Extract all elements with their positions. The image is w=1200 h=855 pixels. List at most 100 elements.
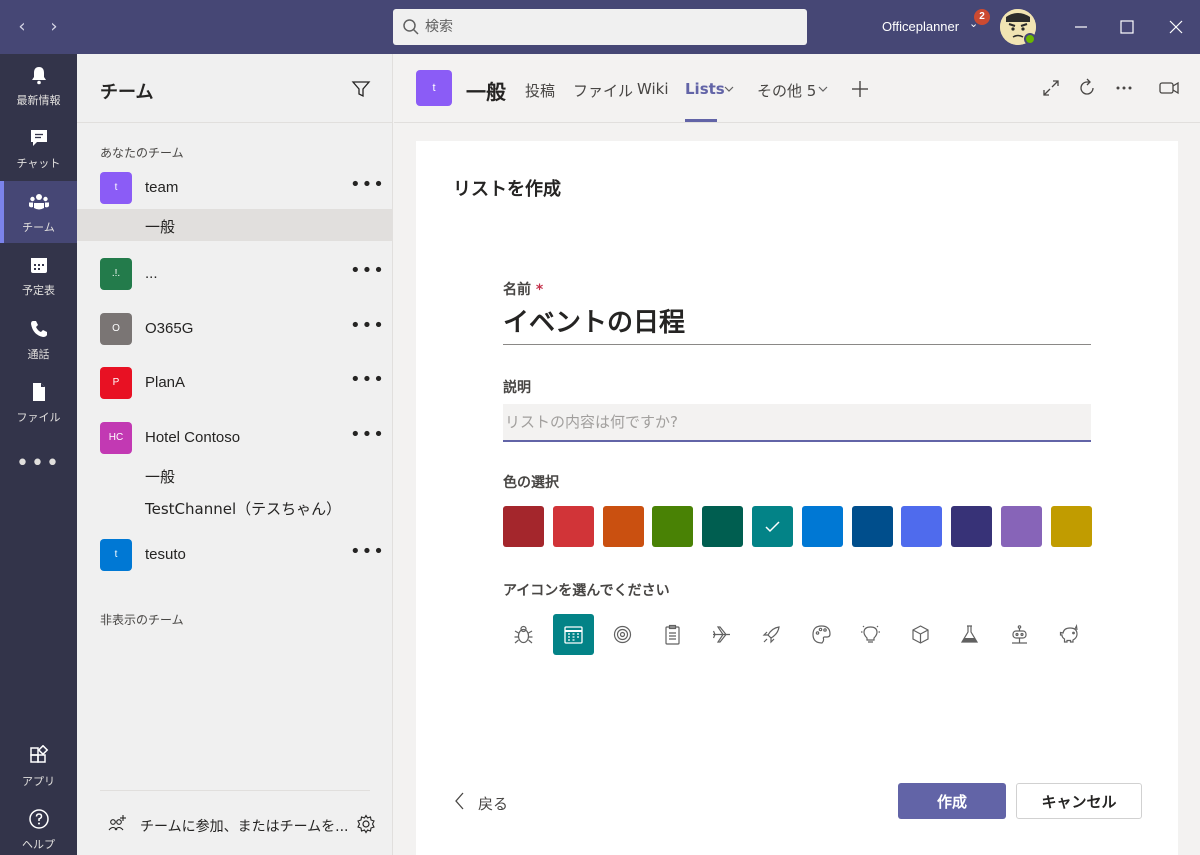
chevron-down-icon[interactable] [724, 86, 734, 93]
color-swatch[interactable] [652, 506, 694, 547]
icon-option[interactable] [949, 614, 990, 655]
refresh-icon[interactable] [1077, 78, 1097, 98]
divider [77, 122, 393, 123]
icon-option[interactable] [999, 614, 1040, 655]
maximize-icon[interactable] [1112, 12, 1142, 42]
rail-item-calls[interactable]: 通話 [0, 308, 77, 370]
color-swatch[interactable] [602, 506, 644, 547]
expand-icon[interactable] [1041, 78, 1061, 98]
rail-item-teams[interactable]: チーム [0, 181, 77, 243]
more-options-icon[interactable]: ••• [350, 315, 385, 336]
rail-item-chat[interactable]: チャット [0, 117, 77, 179]
team-row-dots[interactable]: .!. ... ••• [77, 254, 393, 294]
description-input[interactable] [503, 404, 1091, 442]
name-label: 名前 * [503, 279, 543, 299]
tab-more[interactable]: その他 5 [757, 80, 816, 101]
icon-option[interactable] [503, 614, 544, 655]
team-tile: t [100, 539, 132, 571]
rail-item-calendar[interactable]: 予定表 [0, 244, 77, 306]
minimize-icon[interactable] [1066, 12, 1096, 42]
icon-option[interactable] [751, 614, 792, 655]
join-team-link[interactable]: チームに参加、またはチームを... [140, 816, 349, 836]
color-swatch[interactable] [901, 506, 943, 547]
chat-icon [31, 130, 47, 146]
tab-files[interactable]: ファイル [573, 80, 633, 101]
rail-item-activity[interactable]: 最新情報 [0, 54, 77, 116]
meet-now-icon[interactable] [1158, 78, 1180, 98]
channel-row-testchannel[interactable]: TestChannel（テスちゃん） [77, 491, 393, 523]
icon-option[interactable] [552, 614, 594, 655]
channel-header: t 一般 投稿 ファイル Wiki Lists その他 5 [394, 54, 1200, 123]
chevron-down-icon[interactable] [818, 86, 828, 93]
forward-arrow-icon[interactable]: › [44, 15, 64, 39]
airplane-icon [713, 626, 731, 643]
add-tab-icon[interactable] [851, 80, 869, 98]
more-apps-icon[interactable]: ••• [0, 451, 77, 476]
teams-panel: チーム あなたのチーム t team ••• 一般 .!. ... ••• O … [77, 54, 393, 855]
hidden-teams-label[interactable]: 非表示のチーム [100, 611, 184, 628]
icon-option[interactable] [701, 614, 742, 655]
icon-option[interactable] [652, 614, 693, 655]
presence-available-icon [1024, 33, 1036, 45]
more-options-icon[interactable]: ••• [350, 174, 385, 195]
color-swatch[interactable] [752, 506, 793, 547]
tab-wiki[interactable]: Wiki [637, 80, 669, 98]
cancel-button[interactable]: キャンセル [1016, 783, 1142, 819]
tab-lists[interactable]: Lists [685, 80, 725, 98]
form-title: リストを作成 [453, 179, 561, 200]
team-row-o365g[interactable]: O O365G ••• [77, 309, 393, 349]
team-tile: O [100, 313, 132, 345]
team-row-hotel-contoso[interactable]: HC Hotel Contoso ••• [77, 418, 393, 458]
join-team-icon[interactable] [107, 814, 127, 834]
list-name-input[interactable] [503, 301, 1091, 345]
more-options-icon[interactable] [1114, 78, 1134, 98]
rail-item-apps[interactable]: アプリ [0, 735, 77, 797]
filter-icon[interactable] [350, 78, 372, 100]
channel-title: 一般 [466, 80, 506, 104]
chevron-left-icon [455, 792, 464, 810]
team-name: O365G [145, 320, 194, 337]
icon-option[interactable] [801, 614, 842, 655]
color-swatch[interactable] [552, 506, 594, 547]
clipboard-icon [665, 624, 680, 645]
team-row-team[interactable]: t team ••• [77, 168, 393, 208]
icon-option[interactable] [850, 614, 891, 655]
color-swatch[interactable] [503, 506, 544, 547]
team-row-plana[interactable]: P PlanA ••• [77, 363, 393, 403]
more-options-icon[interactable]: ••• [350, 541, 385, 562]
color-swatch[interactable] [1001, 506, 1042, 547]
rail-item-help[interactable]: ヘルプ [0, 798, 77, 855]
bell-icon [32, 67, 46, 85]
team-row-tesuto[interactable]: t tesuto ••• [77, 535, 393, 575]
icon-option[interactable] [900, 614, 941, 655]
bug-icon [514, 625, 533, 644]
color-swatch[interactable] [851, 506, 893, 547]
calendar-icon [31, 258, 47, 273]
rail-item-files[interactable]: ファイル [0, 371, 77, 433]
gear-icon[interactable] [356, 814, 376, 834]
team-name: ... [145, 265, 158, 282]
channel-row-general[interactable]: 一般 [77, 209, 393, 241]
team-tile: t [100, 172, 132, 204]
color-swatch[interactable] [951, 506, 993, 547]
close-icon[interactable] [1161, 12, 1191, 42]
help-icon [29, 809, 49, 829]
lightbulb-icon [861, 625, 881, 643]
user-name[interactable]: Officeplanner [882, 19, 959, 34]
back-arrow-icon[interactable]: ‹ [12, 15, 32, 39]
more-options-icon[interactable]: ••• [350, 424, 385, 445]
more-options-icon[interactable]: ••• [350, 260, 385, 281]
search-input[interactable] [425, 9, 795, 45]
channel-row-general[interactable]: 一般 [77, 459, 393, 491]
color-swatch[interactable] [702, 506, 744, 547]
more-options-icon[interactable]: ••• [350, 369, 385, 390]
apps-icon [30, 745, 49, 763]
create-button[interactable]: 作成 [898, 783, 1006, 819]
tab-posts[interactable]: 投稿 [525, 80, 555, 101]
team-name: Hotel Contoso [145, 429, 241, 446]
icon-option[interactable] [1049, 614, 1090, 655]
color-swatch[interactable] [1050, 506, 1092, 547]
icon-option[interactable] [602, 614, 643, 655]
color-swatch[interactable] [801, 506, 843, 547]
search-box[interactable] [393, 9, 807, 45]
